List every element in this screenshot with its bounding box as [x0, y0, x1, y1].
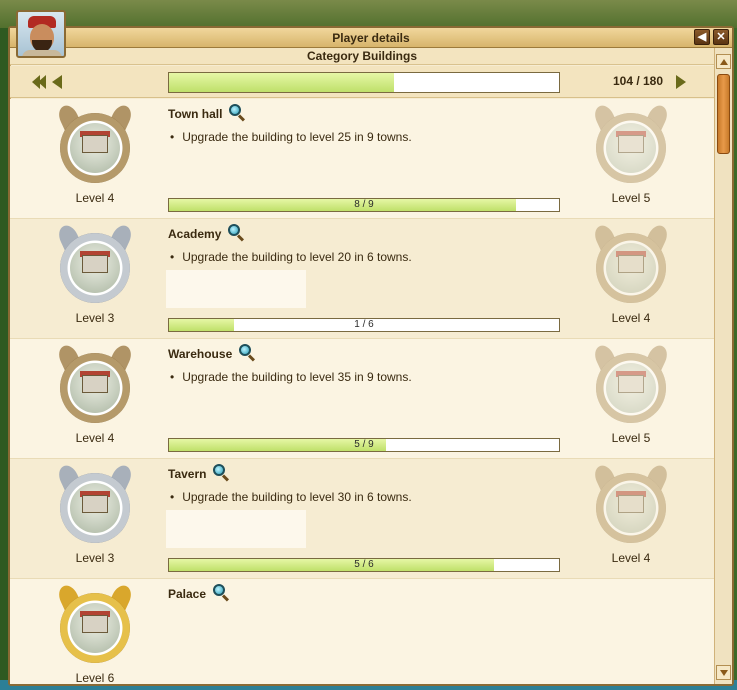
current-level-label: Level 6 — [75, 671, 115, 684]
next-level-label: Level 5 — [611, 191, 651, 205]
player-details-window: Player details ◀ ✕ Category Buildings 10… — [8, 10, 734, 686]
building-progress-text: 8 / 9 — [354, 199, 374, 210]
tooltip-area — [166, 270, 306, 308]
building-progress-bar: 5 / 6 — [168, 558, 560, 572]
next-level-label: Level 5 — [611, 431, 651, 445]
building-progress-bar: 5 / 9 — [168, 438, 560, 452]
current-medal-icon — [55, 222, 135, 307]
building-name: Town hall — [168, 107, 223, 121]
close-button[interactable]: ✕ — [713, 29, 729, 45]
current-level-label: Level 3 — [75, 311, 115, 325]
current-level-label: Level 4 — [75, 431, 115, 445]
next-medal-icon — [591, 342, 671, 427]
current-medal-icon — [55, 102, 135, 187]
current-level-label: Level 4 — [75, 191, 115, 205]
scroll-down-button[interactable] — [716, 665, 731, 680]
player-avatar[interactable] — [16, 10, 66, 58]
building-name: Palace — [168, 587, 207, 601]
current-medal-icon — [55, 462, 135, 547]
next-page-button[interactable] — [676, 75, 686, 89]
building-row: Level 3 Level 4 Academy Upgrade the buildin… — [10, 219, 714, 339]
scroll-thumb[interactable] — [717, 74, 730, 154]
next-level-label: Level 4 — [611, 551, 651, 565]
building-name: Tavern — [168, 467, 207, 481]
building-row: Level 3 Level 4 Tavern Upgrade the building… — [10, 459, 714, 579]
next-medal-icon — [591, 222, 671, 307]
building-achievement-list: Level 4 Level 5 Town hall Upgrade the build… — [10, 99, 714, 684]
magnifier-icon[interactable] — [212, 463, 230, 482]
current-medal-icon — [55, 582, 135, 667]
first-page-button[interactable] — [32, 75, 52, 89]
building-progress-bar: 8 / 9 — [168, 198, 560, 212]
current-medal-icon — [55, 342, 135, 427]
task-description: Upgrade the building to level 35 in 9 to… — [170, 370, 411, 384]
previous-page-button[interactable] — [52, 75, 62, 89]
scroll-up-button[interactable] — [716, 54, 731, 69]
building-row: Level 6 Palace — [10, 579, 714, 684]
task-description: Upgrade the building to level 30 in 6 to… — [170, 490, 411, 504]
back-arrow-icon: ◀ — [697, 31, 707, 43]
building-progress-text: 5 / 6 — [354, 559, 374, 570]
game-scene-top — [0, 0, 737, 28]
close-icon: ✕ — [716, 31, 726, 43]
category-progress-count: 104 / 180 — [612, 74, 664, 88]
task-description: Upgrade the building to level 25 in 9 to… — [170, 130, 411, 144]
magnifier-icon[interactable] — [212, 583, 230, 602]
next-level-label: Level 4 — [611, 311, 651, 325]
building-progress-text: 1 / 6 — [354, 319, 374, 330]
building-row: Level 4 Level 5 Warehouse Upgrade the build… — [10, 339, 714, 459]
window-title: Player details — [332, 31, 410, 45]
current-level-label: Level 3 — [75, 551, 115, 565]
task-description: Upgrade the building to level 20 in 6 to… — [170, 250, 411, 264]
category-progress-fill — [169, 73, 395, 92]
building-name: Academy — [168, 227, 222, 241]
magnifier-icon[interactable] — [227, 223, 245, 242]
category-progress-bar — [168, 72, 560, 93]
category-progress-header: 104 / 180 — [10, 66, 714, 98]
building-row: Level 4 Level 5 Town hall Upgrade the build… — [10, 99, 714, 219]
building-progress-bar: 1 / 6 — [168, 318, 560, 332]
window-title-bar: Player details ◀ ✕ — [10, 28, 732, 48]
building-name: Warehouse — [168, 347, 233, 361]
next-medal-icon — [591, 102, 671, 187]
tooltip-area — [166, 510, 306, 548]
building-progress-text: 5 / 9 — [354, 439, 374, 450]
scrollbar[interactable] — [714, 48, 732, 684]
category-title: Category Buildings — [10, 48, 714, 65]
back-button[interactable]: ◀ — [694, 29, 710, 45]
next-medal-icon — [591, 462, 671, 547]
magnifier-icon[interactable] — [228, 103, 246, 122]
magnifier-icon[interactable] — [238, 343, 256, 362]
